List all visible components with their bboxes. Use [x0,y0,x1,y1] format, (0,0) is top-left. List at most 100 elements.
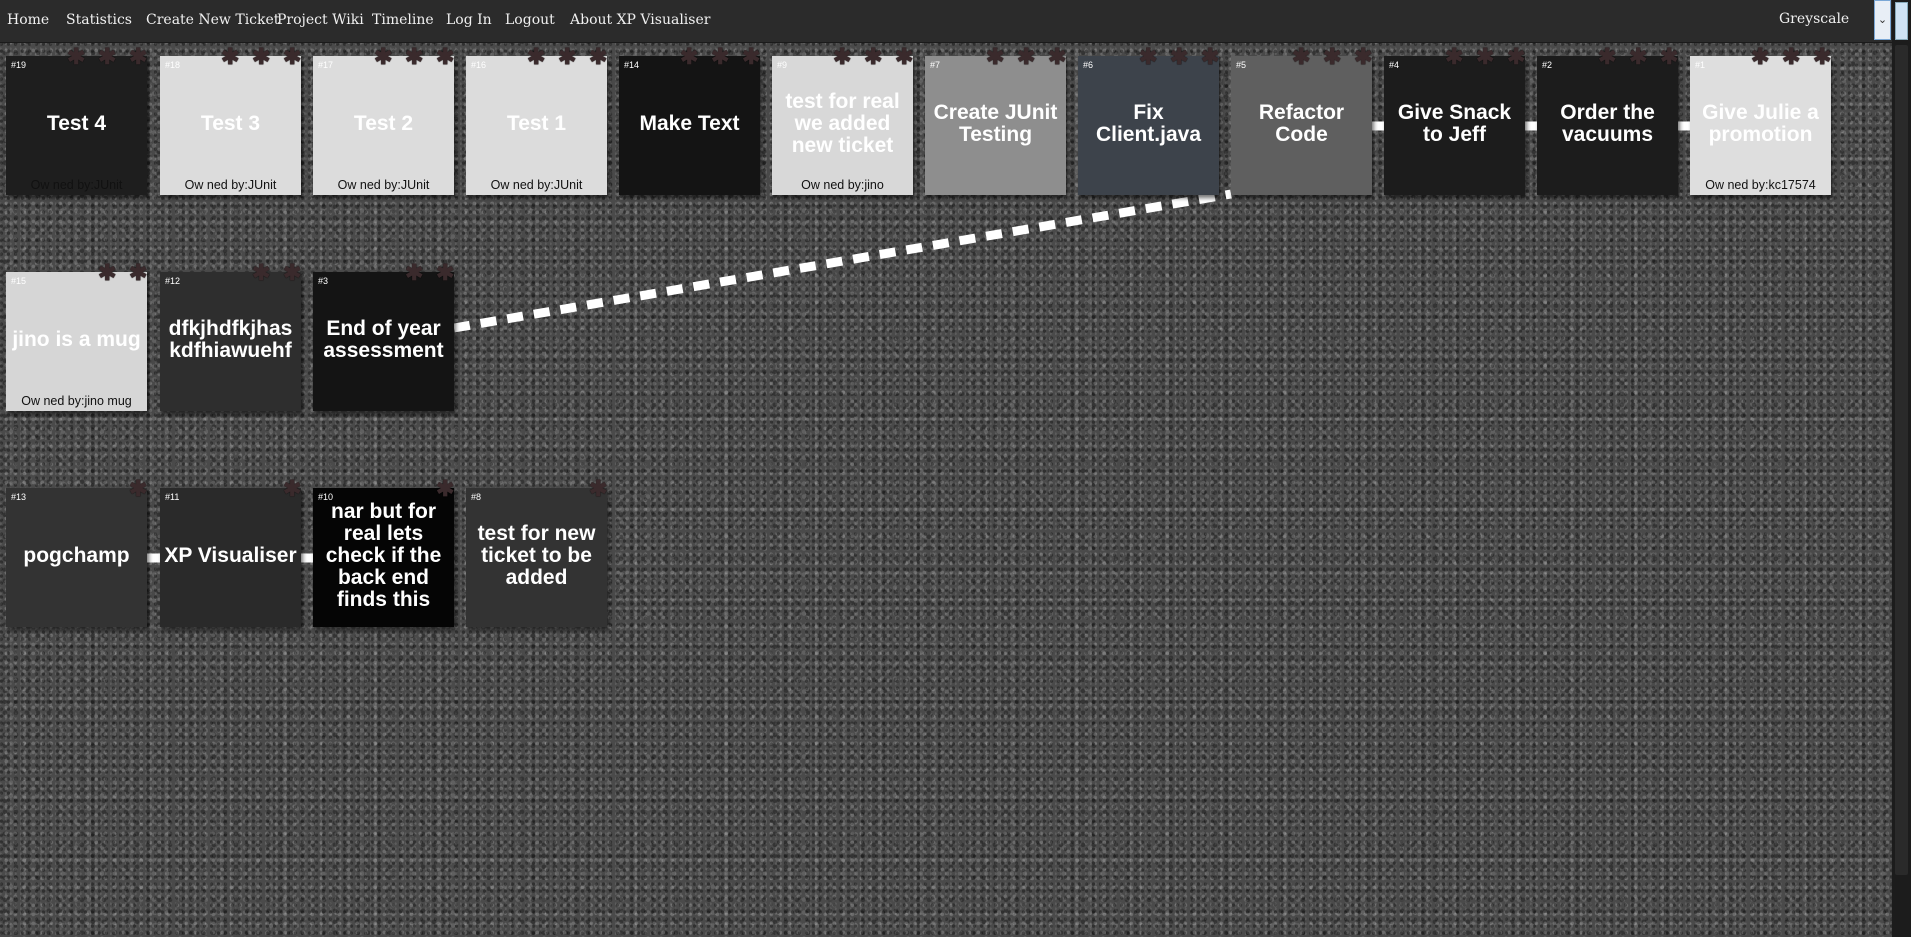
ticket-card[interactable]: #2 Order the vacuums ✱ ✱ ✱ [1537,46,1678,195]
ticket-title: Test 3 [200,111,261,135]
ticket-id: #2 [1542,60,1553,70]
pin-icon: ✱ [436,44,455,69]
pin-icon: ✱ [589,476,608,501]
scroll-thumb[interactable] [1895,45,1908,875]
ticket-id: #16 [471,60,487,70]
ticket-title: Fix Client.java [1095,100,1202,146]
ticket-id: #12 [165,276,181,286]
pin-icon: ✱ [1782,44,1801,69]
pin-icon: ✱ [283,260,302,285]
pin-icon: ✱ [1323,44,1342,69]
ticket-card[interactable]: #7 Create JUnit Testing ✱ ✱ ✱ [925,46,1066,195]
nav-logout-link[interactable]: Logout [505,0,555,42]
pin-icon: ✱ [67,44,86,69]
ticket-title: Refactor Code [1258,100,1345,146]
ticket-id: #9 [777,60,788,70]
ticket-title: test for real we added new ticket [785,89,900,157]
ticket-card[interactable]: #11 XP Visualiser ✱ [160,478,301,627]
pin-icon: ✱ [436,260,455,285]
ticket-card[interactable]: #10 nar but for real lets check if the ba… [313,478,454,627]
ticket-card[interactable]: #14 Make Text ✱ ✱ ✱ [619,46,760,195]
pin-icon: ✱ [221,44,240,69]
ticket-id: #17 [318,60,334,70]
ticket-card[interactable]: #4 Give Snack to Jeff ✱ ✱ ✱ [1384,46,1525,195]
ticket-card[interactable]: #1 Give Julie a promotion Ow ned by:kc1757… [1690,46,1831,195]
ticket-title: Create JUnit Testing [933,100,1058,146]
ticket-card[interactable]: #17 Test 2 Ow ned by:JUnit ✱ ✱ ✱ [313,46,454,195]
pin-icon: ✱ [1476,44,1495,69]
pin-icon: ✱ [98,44,117,69]
pin-icon: ✱ [1445,44,1464,69]
pin-icon: ✱ [1292,44,1311,69]
ticket-title: End of year assessment [323,316,444,362]
pin-icon: ✱ [405,260,424,285]
ticket-card[interactable]: #9 test for real we added new ticket Ow ne… [772,46,913,195]
ticket-title: Give Julie a promotion [1702,100,1819,146]
ticket-id: #7 [930,60,941,70]
dependency-link [453,189,1232,333]
pin-icon: ✱ [833,44,852,69]
nav-timeline-link[interactable]: Timeline [372,0,434,42]
ticket-id: #3 [318,276,329,286]
pin-icon: ✱ [1170,44,1189,69]
ticket-title: jino is a mug [12,327,141,351]
ticket-card[interactable]: #8 test for new ticket to be added ✱ [466,478,607,627]
ticket-id: #13 [11,492,27,502]
ticket-card[interactable]: #12 dfkjhdfkjhaskdfhiawuehf ✱ ✱ [160,262,301,411]
ticket-title: test for new ticket to be added [477,521,596,589]
pin-icon: ✱ [1201,44,1220,69]
nav-project-wiki-link[interactable]: Project Wiki [277,0,364,42]
nav-login-link[interactable]: Log In [446,0,492,42]
pin-icon: ✱ [1048,44,1067,69]
ticket-title: pogchamp [23,543,130,567]
scroll-up-button[interactable] [1895,2,1908,40]
ticket-id: #4 [1389,60,1400,70]
ticket-card[interactable]: #3 End of year assessment ✱ ✱ [313,262,454,411]
nav-about-link[interactable]: About XP Visualiser [570,0,710,42]
theme-select[interactable]: Greyscale ⌄ [1735,0,1891,40]
ticket-owner: Ow ned by:kc17574 [1705,178,1816,192]
pin-icon: ✱ [1507,44,1526,69]
nav-statistics-link[interactable]: Statistics [66,0,132,42]
ticket-card[interactable]: #15 jino is a mug Ow ned by:jino mug ✱ ✱ [6,262,147,411]
pin-icon: ✱ [129,44,148,69]
ticket-id: #8 [471,492,482,502]
chevron-down-icon[interactable]: ⌄ [1874,0,1891,40]
pin-icon: ✱ [129,476,148,501]
pin-icon: ✱ [252,44,271,69]
ticket-id: #18 [165,60,181,70]
ticket-owner: Ow ned by:jino [801,178,884,192]
pin-icon: ✱ [252,260,271,285]
pin-icon: ✱ [589,44,608,69]
ticket-title: Test 4 [46,111,107,135]
page-scrollbar[interactable] [1892,0,1911,937]
ticket-title: Test 2 [353,111,414,135]
ticket-card[interactable]: #19 Test 4 Ow ned by:JUnit ✱ ✱ ✱ [6,46,147,195]
pin-icon: ✱ [711,44,730,69]
ticket-card[interactable]: #6 Fix Client.java ✱ ✱ ✱ [1078,46,1219,195]
ticket-card[interactable]: #13 pogchamp ✱ [6,478,147,627]
pin-icon: ✱ [527,44,546,69]
ticket-card[interactable]: #5 Refactor Code ✱ ✱ ✱ [1231,46,1372,195]
theme-selected-value: Greyscale [1779,11,1850,27]
pin-icon: ✱ [742,44,761,69]
pin-icon: ✱ [895,44,914,69]
ticket-title: dfkjhdfkjhaskdfhiawuehf [168,316,293,362]
ticket-id: #15 [11,276,27,286]
ticket-card[interactable]: #18 Test 3 Ow ned by:JUnit ✱ ✱ ✱ [160,46,301,195]
ticket-owner: Ow ned by:jino mug [21,394,132,408]
ticket-title: Make Text [639,111,740,135]
pin-icon: ✱ [1354,44,1373,69]
pin-icon: ✱ [98,260,117,285]
pin-icon: ✱ [1813,44,1832,69]
ticket-id: #1 [1695,60,1706,70]
nav-home-link[interactable]: Home [7,0,49,42]
ticket-id: #6 [1083,60,1094,70]
pin-icon: ✱ [864,44,883,69]
top-navbar: Home Statistics Create New Ticket Projec… [0,0,1892,43]
ticket-title: nar but for real lets check if the back … [325,499,442,611]
pin-icon: ✱ [1660,44,1679,69]
pin-icon: ✱ [1629,44,1648,69]
ticket-card[interactable]: #16 Test 1 Ow ned by:JUnit ✱ ✱ ✱ [466,46,607,195]
nav-create-ticket-link[interactable]: Create New Ticket [146,0,279,42]
